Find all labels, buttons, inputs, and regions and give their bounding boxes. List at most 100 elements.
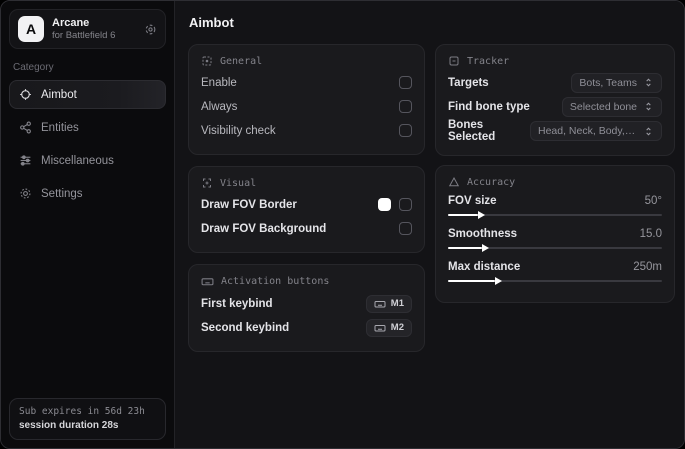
page-title: Aimbot (189, 15, 234, 30)
setting-label: Always (201, 100, 238, 113)
setting-row-targets: Targets Bots, Teams (448, 71, 662, 94)
slider-thumb[interactable] (477, 211, 485, 219)
subscription-box: Sub expires in 56d 23h session duration … (9, 398, 166, 440)
slider-value: 250m (633, 261, 662, 273)
keyboard-icon (201, 275, 214, 288)
fov-border-color-swatch[interactable] (378, 198, 391, 211)
visual-card: Visual Draw FOV Border Draw FOV Backgrou… (188, 166, 425, 253)
sidebar-item-label: Aimbot (41, 88, 77, 101)
second-keybind-button[interactable]: M2 (365, 318, 412, 337)
setting-label: Draw FOV Background (201, 222, 327, 235)
general-card-header: General (201, 55, 412, 67)
keybind-value: M1 (390, 298, 404, 309)
setting-row-find-bone-type: Find bone type Selected bone (448, 95, 662, 118)
setting-label: Targets (448, 76, 489, 89)
keybind-value: M2 (390, 322, 404, 333)
square-minus-icon (448, 55, 460, 67)
setting-label: Draw FOV Border (201, 198, 297, 211)
slider-thumb[interactable] (495, 277, 503, 285)
always-checkbox[interactable] (399, 100, 412, 113)
slider-thumb[interactable] (482, 244, 490, 252)
draw-fov-border-checkbox[interactable] (399, 198, 412, 211)
visibility-check-checkbox[interactable] (399, 124, 412, 137)
select-value: Bots, Teams (579, 76, 637, 89)
targets-select[interactable]: Bots, Teams (571, 72, 662, 93)
first-keybind-button[interactable]: M1 (365, 294, 412, 313)
setting-row-draw-fov-border: Draw FOV Border (201, 193, 412, 216)
setting-label: Enable (201, 76, 237, 89)
slider-row: Smoothness 15.0 (448, 228, 662, 240)
select-value: Selected bone (569, 100, 637, 113)
card-title: General (220, 55, 263, 67)
slider-fill (448, 277, 503, 285)
slider-row: FOV size 50° (448, 195, 662, 207)
find-bone-type-select[interactable]: Selected bone (561, 96, 662, 117)
general-card: General Enable Always Visibility check (188, 44, 425, 155)
slider-row: Max distance 250m (448, 261, 662, 273)
unfold-icon (643, 77, 654, 88)
smoothness-slider[interactable] (448, 242, 662, 254)
sidebar-item-label: Settings (41, 187, 83, 200)
fov-border-controls (378, 198, 412, 211)
setting-label: Bones Selected (448, 119, 496, 143)
sub-expires-text: Sub expires in 56d 23h (19, 406, 145, 417)
tracker-card-header: Tracker (448, 55, 662, 67)
card-title: Activation buttons (221, 276, 330, 287)
slider-value: 50° (644, 195, 662, 207)
bones-selected-select[interactable]: Head, Neck, Body, Pe.. (530, 121, 662, 141)
right-column: Tracker Targets Bots, Teams Find bone ty… (435, 44, 675, 303)
brand-text: Arcane for Battlefield 6 (52, 17, 136, 42)
visual-card-header: Visual (201, 177, 412, 189)
entities-icon (19, 121, 32, 134)
setting-label: Find bone type (448, 100, 530, 113)
sidebar-item-miscellaneous[interactable]: Miscellaneous (9, 146, 166, 175)
category-label: Category (13, 62, 54, 73)
unfold-icon (643, 126, 654, 137)
fov-size-slider[interactable] (448, 209, 662, 221)
slider-fill (448, 244, 490, 252)
card-title: Accuracy (467, 176, 516, 188)
sidebar-item-entities[interactable]: Entities (9, 113, 166, 142)
accuracy-card-header: Accuracy (448, 176, 662, 188)
grid-dashed-icon (201, 55, 213, 67)
gear-icon (19, 187, 32, 200)
slider-fill (448, 211, 485, 219)
sidebar-item-settings[interactable]: Settings (9, 179, 166, 208)
app-name: Arcane (52, 16, 90, 29)
smoothness-group: Smoothness 15.0 (448, 228, 662, 254)
keyboard-icon (374, 322, 386, 334)
app-subtitle: for Battlefield 6 (52, 29, 116, 41)
card-title: Visual (220, 177, 257, 189)
keyboard-icon (374, 298, 386, 310)
setting-row-enable: Enable (201, 71, 412, 94)
content-columns: General Enable Always Visibility check V… (188, 44, 675, 352)
unfold-icon (643, 101, 654, 112)
setting-label: Visibility check (201, 124, 276, 137)
accuracy-card: Accuracy FOV size 50° Smoothness 15.0 Ma… (435, 165, 675, 303)
setting-row-first-keybind: First keybind M1 (201, 292, 412, 315)
select-value: Head, Neck, Body, Pe.. (538, 125, 637, 137)
session-duration-text: session duration 28s (19, 420, 119, 431)
triangle-icon (448, 176, 460, 188)
app-window: A Arcane for Battlefield 6 Category Aimb… (0, 0, 685, 449)
app-logo: A (18, 16, 44, 42)
setting-label: First keybind (201, 297, 273, 310)
draw-fov-background-checkbox[interactable] (399, 222, 412, 235)
sidebar-item-label: Entities (41, 121, 79, 134)
activation-buttons-card: Activation buttons First keybind M1 Seco… (188, 264, 425, 352)
setting-row-second-keybind: Second keybind M2 (201, 316, 412, 339)
slider-label: Max distance (448, 261, 521, 273)
sidebar-item-aimbot[interactable]: Aimbot (9, 80, 166, 109)
max-distance-group: Max distance 250m (448, 261, 662, 287)
setting-row-always: Always (201, 95, 412, 118)
activation-card-header: Activation buttons (201, 275, 412, 288)
sidebar-item-label: Miscellaneous (41, 154, 114, 167)
left-column: General Enable Always Visibility check V… (188, 44, 425, 352)
fov-size-group: FOV size 50° (448, 195, 662, 221)
enable-checkbox[interactable] (399, 76, 412, 89)
focus-plus-icon (201, 177, 213, 189)
max-distance-slider[interactable] (448, 275, 662, 287)
target-icon[interactable] (144, 23, 157, 36)
brand-card: A Arcane for Battlefield 6 (9, 9, 166, 49)
setting-row-draw-fov-background: Draw FOV Background (201, 217, 412, 240)
